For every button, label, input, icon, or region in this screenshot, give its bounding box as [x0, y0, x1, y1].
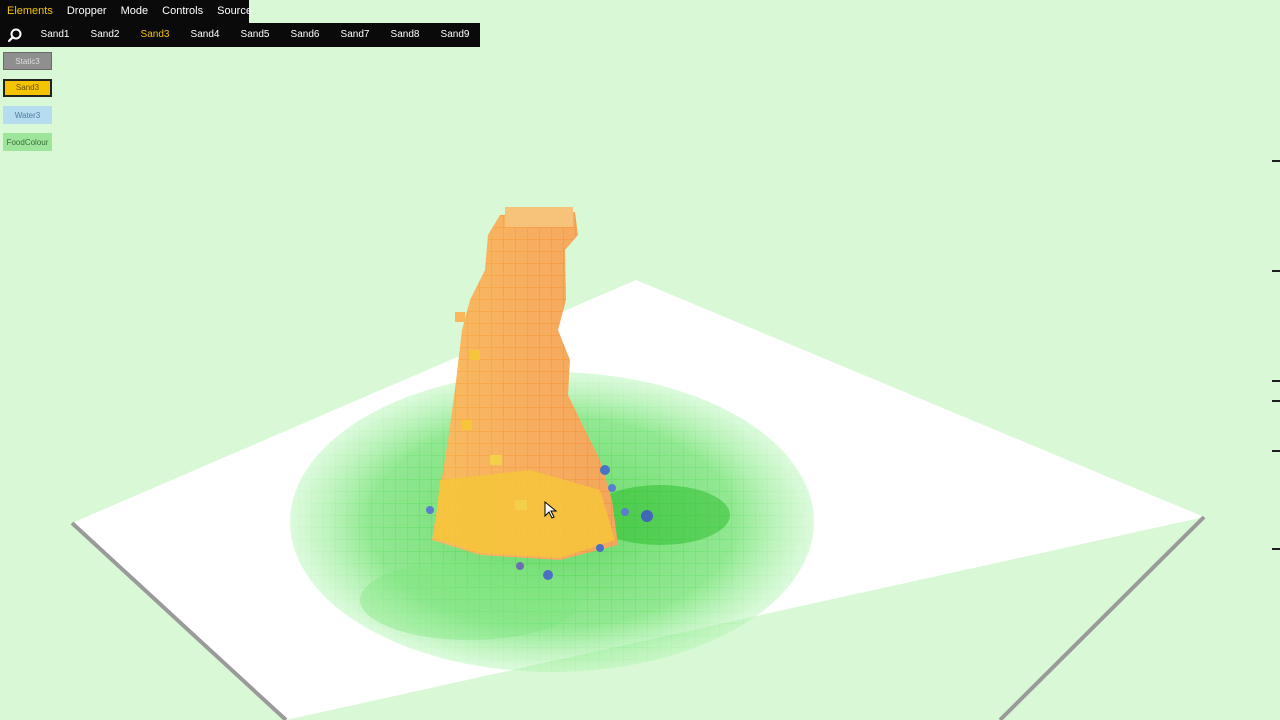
search-icon — [7, 28, 22, 43]
element-toolbar: Sand1 Sand2 Sand3 Sand4 Sand5 Sand6 Sand… — [0, 23, 480, 47]
tab-sand5[interactable]: Sand5 — [230, 23, 280, 47]
edge-marker — [1272, 450, 1280, 452]
palette-static3-button[interactable]: Static3 — [3, 52, 52, 70]
edge-marker — [1272, 380, 1280, 382]
edge-marker — [1272, 400, 1280, 402]
simulation-viewport[interactable] — [0, 0, 1280, 720]
tab-sand3[interactable]: Sand3 — [130, 23, 180, 47]
tab-sand8[interactable]: Sand8 — [380, 23, 430, 47]
menu-controls[interactable]: Controls — [155, 0, 210, 23]
tab-sand7[interactable]: Sand7 — [330, 23, 380, 47]
element-palette: Static3 Sand3 Water3 FoodColour — [3, 52, 54, 160]
top-menu-bar: Elements Dropper Mode Controls Source — [0, 0, 252, 23]
menu-elements[interactable]: Elements — [0, 0, 60, 23]
tab-sand4[interactable]: Sand4 — [180, 23, 230, 47]
tab-sand9[interactable]: Sand9 — [430, 23, 480, 47]
palette-foodcolour-button[interactable]: FoodColour — [3, 133, 52, 151]
menu-source[interactable]: Source — [210, 0, 259, 23]
palette-water3-button[interactable]: Water3 — [3, 106, 52, 124]
edge-marker — [1272, 548, 1280, 550]
palette-sand3-button[interactable]: Sand3 — [3, 79, 52, 97]
search-button[interactable] — [0, 23, 30, 47]
edge-marker — [1272, 160, 1280, 162]
tab-sand1[interactable]: Sand1 — [30, 23, 80, 47]
tab-sand2[interactable]: Sand2 — [80, 23, 130, 47]
menu-dropper[interactable]: Dropper — [60, 0, 114, 23]
tab-sand6[interactable]: Sand6 — [280, 23, 330, 47]
edge-marker — [1272, 270, 1280, 272]
menu-mode[interactable]: Mode — [114, 0, 156, 23]
